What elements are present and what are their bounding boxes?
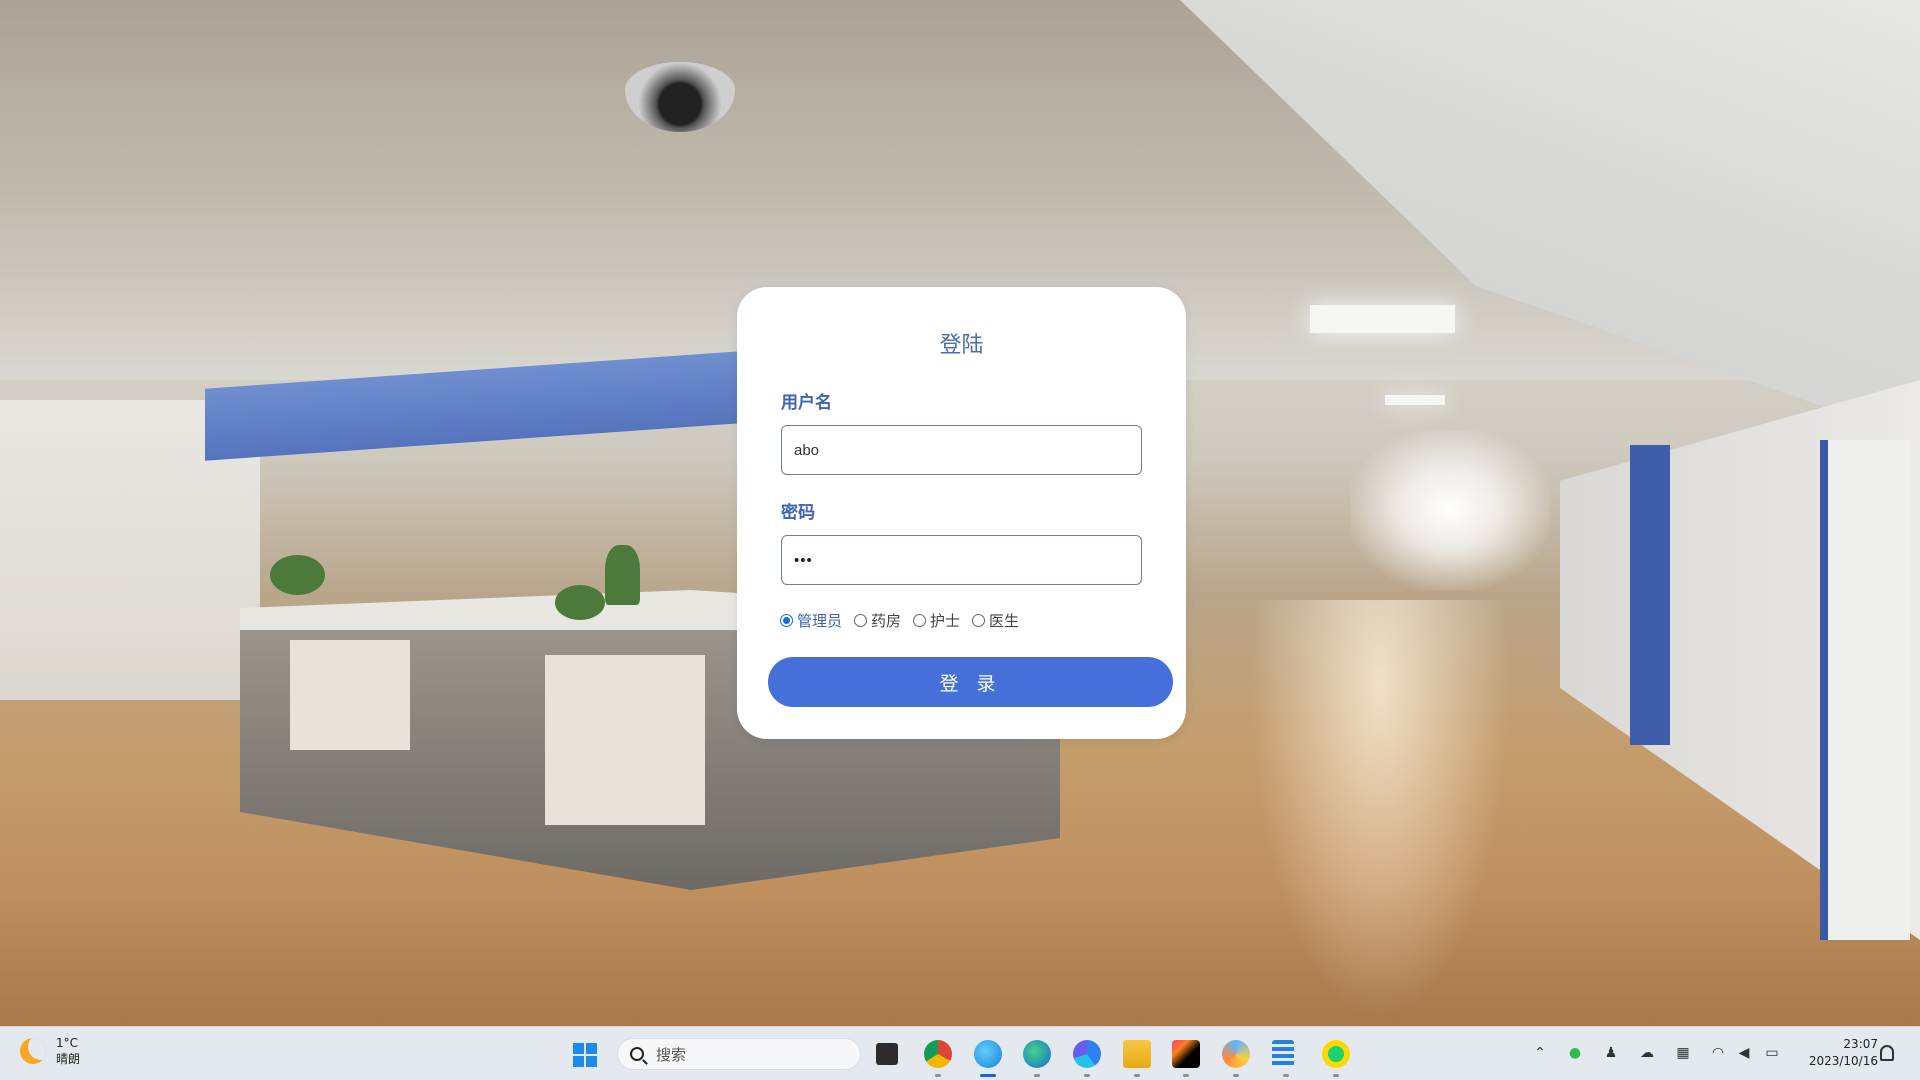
taskbar: 1°C 晴朗 搜索 ⌃ ● ♟ ☁ ▦ ◠ ◀ ▭ 23:07 2023/10/… (0, 1026, 1920, 1080)
potted-plant (555, 585, 605, 620)
onedrive-icon[interactable]: ☁ (1637, 1043, 1657, 1063)
clock-date: 2023/10/16 (1808, 1054, 1878, 1068)
radio-icon[interactable] (972, 613, 986, 627)
ime-icon[interactable]: ▦ (1673, 1043, 1693, 1063)
windows-start-icon[interactable] (573, 1043, 597, 1067)
notification-bell-icon[interactable] (1880, 1045, 1894, 1061)
baidu-netdisk-icon[interactable] (1073, 1040, 1101, 1077)
running-indicator (1233, 1074, 1239, 1077)
login-title: 登陆 (939, 333, 984, 358)
side-door (1820, 440, 1910, 940)
search-icon (630, 1047, 644, 1061)
desk-panel (290, 640, 410, 750)
volume-icon[interactable]: ◀ (1734, 1043, 1754, 1063)
role-option-pharmacy[interactable]: 药房 (854, 610, 901, 631)
running-indicator (980, 1074, 996, 1077)
radio-icon[interactable] (780, 613, 793, 627)
running-indicator (1134, 1074, 1140, 1077)
edge-icon[interactable] (1023, 1040, 1051, 1077)
running-indicator (1183, 1074, 1189, 1077)
corridor-door (1630, 445, 1670, 745)
wechat-icon[interactable]: ● (1565, 1043, 1585, 1063)
qq-icon[interactable]: ♟ (1601, 1043, 1621, 1063)
floor-reflection (1250, 600, 1510, 1020)
password-input[interactable] (781, 535, 1142, 585)
wifi-icon[interactable]: ◠ (1708, 1043, 1728, 1063)
role-option-admin[interactable]: 管理员 (780, 610, 842, 631)
login-card: 登陆 用户名 密码 管理员 药房 护士 医生 登 录 (737, 287, 1186, 739)
jetbrains-ide-icon[interactable] (1172, 1040, 1200, 1077)
taskbar-search[interactable]: 搜索 (617, 1038, 861, 1070)
running-indicator (935, 1074, 941, 1077)
ceiling-light (1385, 395, 1445, 405)
running-indicator (1034, 1074, 1040, 1077)
file-explorer-icon[interactable] (1123, 1040, 1151, 1077)
search-placeholder: 搜索 (656, 1045, 687, 1064)
notepad-icon[interactable] (1272, 1040, 1294, 1077)
radio-icon[interactable] (854, 613, 868, 627)
corridor-window-glow (1350, 430, 1550, 590)
task-view-icon[interactable] (876, 1043, 898, 1065)
weather-widget[interactable]: 1°C 晴朗 (20, 1035, 80, 1067)
weather-temp: 1°C (56, 1036, 79, 1050)
role-selector: 管理员 药房 护士 医生 (780, 609, 1031, 631)
potted-plant (270, 555, 325, 595)
chevron-up-icon[interactable]: ⌃ (1530, 1043, 1550, 1063)
role-label: 医生 (989, 611, 1020, 630)
system-clock[interactable]: 23:07 2023/10/16 (1790, 1036, 1878, 1070)
radio-icon[interactable] (913, 613, 927, 627)
role-label: 药房 (871, 611, 902, 630)
login-button[interactable]: 登 录 (768, 657, 1173, 707)
role-option-nurse[interactable]: 护士 (913, 610, 960, 631)
role-label: 管理员 (797, 611, 843, 630)
colorful-app-icon[interactable] (1222, 1040, 1250, 1077)
password-label: 密码 (781, 503, 815, 523)
potted-plant (605, 545, 640, 605)
username-label: 用户名 (781, 393, 832, 413)
battery-icon[interactable]: ▭ (1762, 1043, 1782, 1063)
role-option-doctor[interactable]: 医生 (972, 610, 1019, 631)
role-label: 护士 (930, 611, 961, 630)
running-indicator (1333, 1074, 1339, 1077)
edge-beta-icon[interactable] (974, 1040, 1002, 1077)
running-indicator (1283, 1074, 1289, 1077)
moon-icon (20, 1038, 46, 1064)
clock-time: 23:07 (1843, 1037, 1878, 1051)
qq-music-icon[interactable] (1322, 1040, 1350, 1077)
weather-text: 1°C 晴朗 (56, 1035, 80, 1067)
running-indicator (1084, 1074, 1090, 1077)
chrome-icon[interactable] (924, 1040, 952, 1077)
desk-panel (545, 655, 705, 825)
username-input[interactable] (781, 425, 1142, 475)
ceiling-light (1310, 305, 1455, 333)
weather-desc: 晴朗 (56, 1052, 81, 1066)
